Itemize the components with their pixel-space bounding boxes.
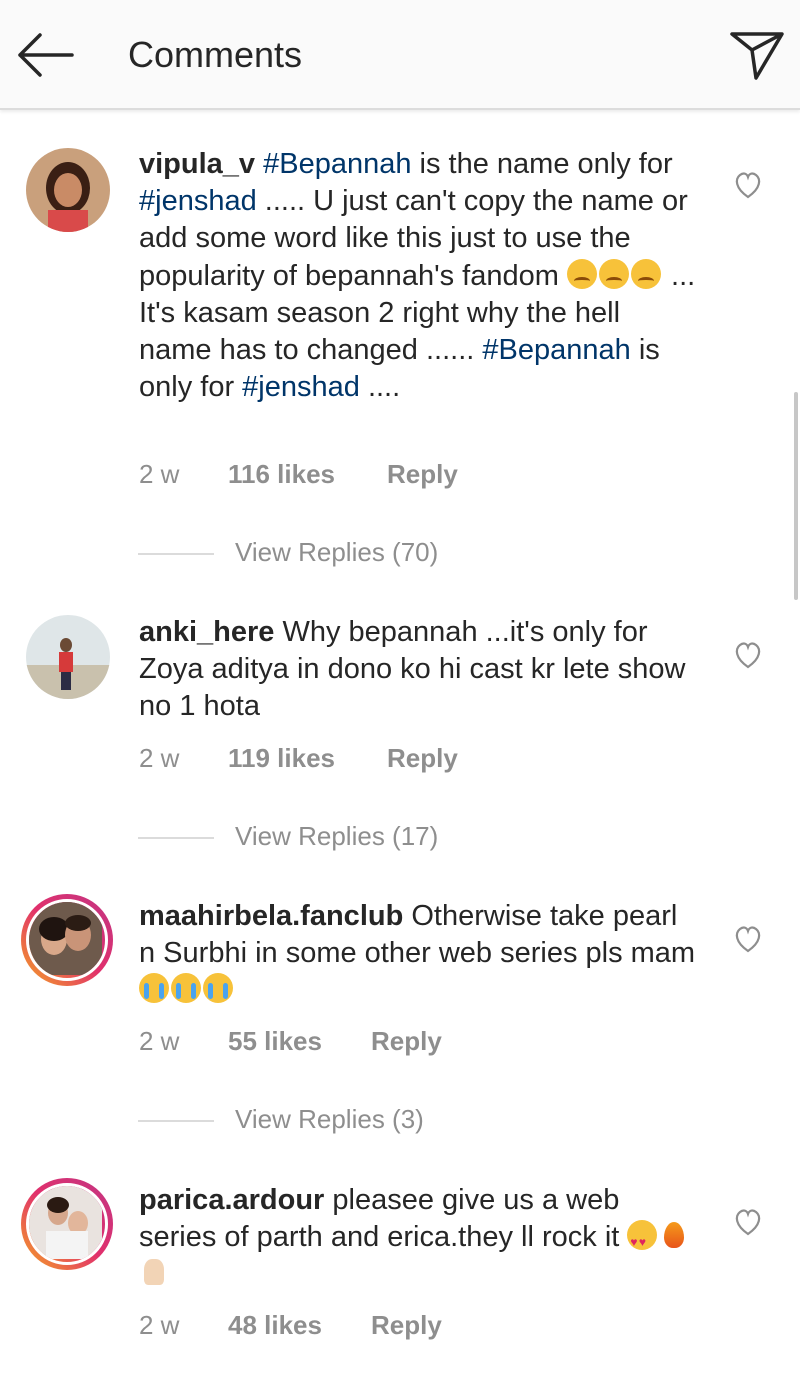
sad-emoji-icon xyxy=(566,258,597,289)
comment-content: #Bepannah is the name only for #jenshad … xyxy=(139,148,695,403)
like-heart-icon[interactable] xyxy=(733,1208,763,1236)
divider xyxy=(138,553,214,555)
comment-username[interactable]: maahirbela.fanclub xyxy=(139,900,403,932)
avatar[interactable] xyxy=(21,1178,113,1270)
comment-username[interactable]: parica.ardour xyxy=(139,1184,324,1216)
cry-emoji-icon xyxy=(139,973,169,1004)
reply-button[interactable]: Reply xyxy=(371,1310,442,1341)
avatar[interactable] xyxy=(21,894,113,986)
hashtag-link[interactable]: #jenshad xyxy=(139,185,257,217)
view-replies-label: View Replies (17) xyxy=(235,821,439,851)
likes-count[interactable]: 116 likes xyxy=(228,459,335,490)
divider xyxy=(138,837,214,839)
reply-button[interactable]: Reply xyxy=(387,743,458,774)
cry-emoji-icon xyxy=(171,973,201,1004)
scrollbar[interactable] xyxy=(794,392,798,600)
hashtag-link[interactable]: #jenshad xyxy=(242,371,360,403)
comment-text-segment: is the name only for xyxy=(411,148,673,180)
avatar[interactable] xyxy=(26,148,110,232)
view-replies-button[interactable]: View Replies (70) xyxy=(138,537,538,567)
love-emoji-icon xyxy=(627,1220,658,1261)
back-button[interactable] xyxy=(14,30,76,80)
top-bar: Comments xyxy=(0,0,800,110)
comment-username[interactable]: anki_here xyxy=(139,616,274,648)
comment-time: 2 w xyxy=(139,1026,180,1056)
comment-time: 2 w xyxy=(139,1310,180,1340)
like-heart-icon[interactable] xyxy=(733,171,763,199)
like-heart-icon[interactable] xyxy=(733,925,763,953)
cry-emoji-icon xyxy=(203,973,233,1004)
comment-text-segment: .... xyxy=(359,371,401,404)
view-replies-label: View Replies (70) xyxy=(235,537,439,567)
like-heart-icon[interactable] xyxy=(733,641,763,669)
reply-button[interactable]: Reply xyxy=(387,459,458,490)
comment-text: anki_here Why bepannah ...it's only for … xyxy=(139,614,699,726)
comment-meta: 2 w 55 likes Reply xyxy=(139,1026,539,1056)
comment-time: 2 w xyxy=(139,459,180,489)
page-title: Comments xyxy=(128,34,303,75)
view-replies-label: View Replies (3) xyxy=(235,1104,424,1134)
comment-meta: 2 w 116 likes Reply xyxy=(139,459,539,489)
sad-emoji-icon xyxy=(630,258,661,289)
comment-text: parica.ardour pleasee give us a web seri… xyxy=(139,1182,699,1294)
divider xyxy=(138,1120,214,1122)
share-button[interactable] xyxy=(728,28,786,82)
hashtag-link[interactable]: #Bepannah xyxy=(263,148,411,180)
comment-meta: 2 w 48 likes Reply xyxy=(139,1310,539,1340)
likes-count[interactable]: 119 likes xyxy=(228,743,335,774)
back-arrow-icon xyxy=(18,33,74,77)
reply-button[interactable]: Reply xyxy=(371,1026,442,1057)
avatar[interactable] xyxy=(26,615,110,699)
comment-username[interactable]: vipula_v xyxy=(139,148,255,180)
comment-meta: 2 w 119 likes Reply xyxy=(139,743,539,773)
hashtag-link[interactable]: #Bepannah xyxy=(482,334,630,366)
comment-text: maahirbela.fanclub Otherwise take pearl … xyxy=(139,898,699,1010)
direct-send-icon xyxy=(730,32,784,80)
view-replies-button[interactable]: View Replies (3) xyxy=(138,1104,538,1134)
comment-text: vipula_v #Bepannah is the name only for … xyxy=(139,146,699,406)
pray-emoji-icon xyxy=(139,1257,169,1287)
likes-count[interactable]: 48 likes xyxy=(228,1310,322,1341)
comment-time: 2 w xyxy=(139,743,180,773)
fire-emoji-icon xyxy=(659,1220,689,1250)
sad-emoji-icon xyxy=(598,258,629,289)
view-replies-button[interactable]: View Replies (17) xyxy=(138,821,538,851)
likes-count[interactable]: 55 likes xyxy=(228,1026,322,1057)
